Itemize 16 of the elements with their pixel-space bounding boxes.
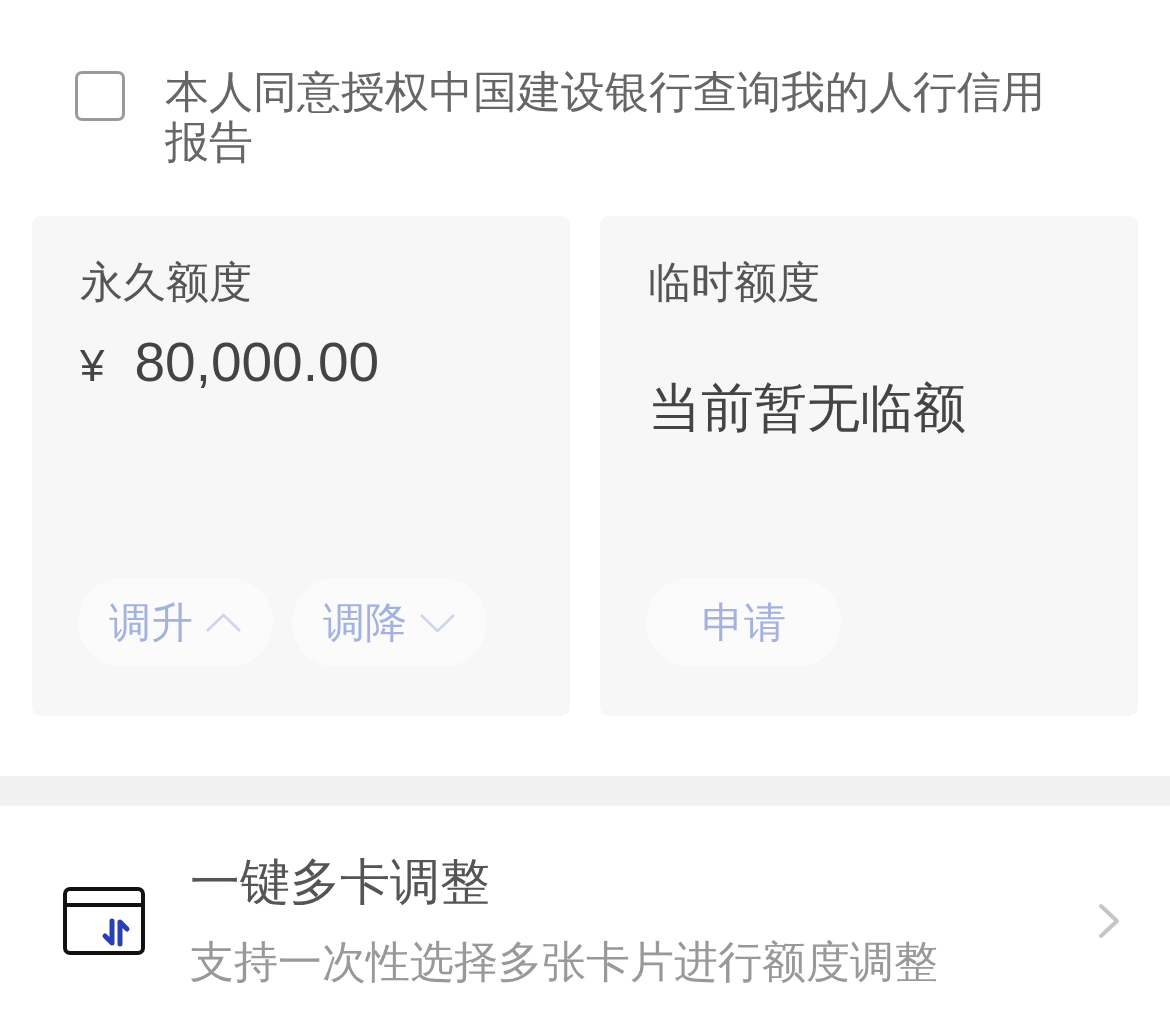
item-title: 一键多卡调整: [190, 853, 490, 911]
card-title: 临时额度: [648, 257, 820, 307]
apply-button[interactable]: 申请: [646, 578, 841, 667]
consent-checkbox[interactable]: [75, 71, 125, 121]
consent-text: 本人同意授权中国建设银行查询我的人行信用报告: [165, 67, 1046, 167]
currency-symbol: ¥: [80, 340, 105, 392]
lower-button[interactable]: 调降: [292, 578, 487, 667]
item-subtitle: 支持一次性选择多张卡片进行额度调整: [190, 936, 938, 988]
raise-button[interactable]: 调升: [78, 578, 273, 667]
chevron-right-icon: [1098, 903, 1120, 939]
amount-value: 80,000.00: [134, 330, 380, 394]
card-title: 永久额度: [80, 257, 252, 307]
chevron-up-icon: [205, 612, 242, 633]
no-limit-message: 当前暂无临额: [648, 377, 966, 439]
chevron-down-icon: [419, 612, 456, 633]
card-icon: [63, 887, 145, 955]
